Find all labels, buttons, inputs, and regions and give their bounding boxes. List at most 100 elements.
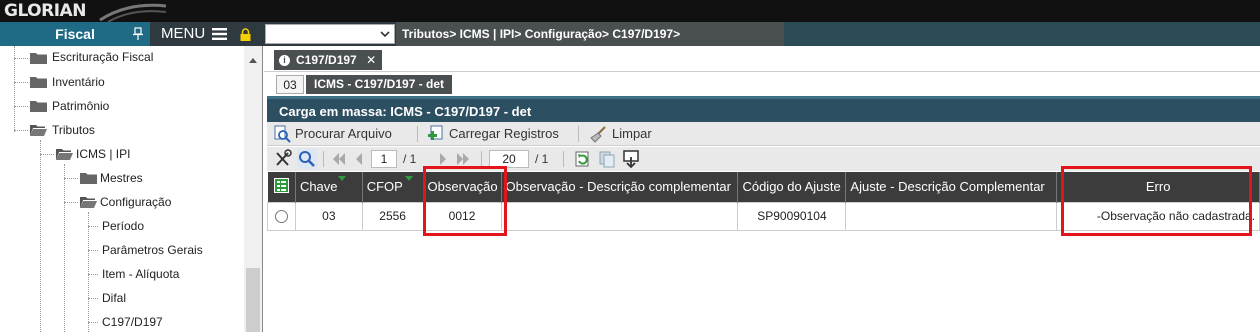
folder-open-icon xyxy=(80,197,97,208)
row-radio[interactable] xyxy=(274,210,288,224)
tree-scrollbar[interactable] xyxy=(244,46,262,332)
breadcrumb[interactable]: Tributos> ICMS | IPI> Configuração> C197… xyxy=(396,22,784,46)
tree-item-configuracao[interactable]: Configuração xyxy=(80,192,171,212)
tree-connector xyxy=(88,274,98,275)
cell-observacao-descricao xyxy=(500,201,739,231)
navigation-select[interactable] xyxy=(265,24,395,44)
key-marker-icon xyxy=(404,176,413,181)
search-file-icon xyxy=(274,125,291,143)
pin-icon[interactable] xyxy=(132,27,144,41)
column-header-observacao-descricao[interactable]: Observação - Descrição complementar xyxy=(501,172,739,202)
tree-connector xyxy=(14,58,28,59)
page-input[interactable]: 1 xyxy=(371,150,397,168)
tree-item-escrituracao-fiscal[interactable]: Escrituração Fiscal xyxy=(30,47,153,67)
scroll-up-arrow-icon[interactable] xyxy=(249,58,257,63)
tree-connector xyxy=(64,164,65,332)
tree-item-periodo[interactable]: Período xyxy=(102,216,144,236)
breadcrumb-bar: Tributos> ICMS | IPI> Configuração> C197… xyxy=(263,22,1260,46)
tree-connector xyxy=(88,322,98,323)
tree-connector xyxy=(40,154,54,155)
module-title[interactable]: Fiscal xyxy=(0,22,150,46)
select-all-icon xyxy=(273,177,289,193)
navigation-tree: Escrituração Fiscal Inventário Patrimôni… xyxy=(0,46,263,332)
column-header-chave[interactable]: Chave xyxy=(295,172,363,202)
tree-connector xyxy=(14,106,28,107)
tree-connector xyxy=(14,130,28,131)
refresh-icon[interactable] xyxy=(573,149,593,169)
tab-label: C197/D197 xyxy=(296,53,357,67)
chevron-down-icon xyxy=(380,31,390,38)
clear-button[interactable]: Limpar xyxy=(588,122,652,146)
tree-connector xyxy=(88,250,98,251)
tree-item-patrimonio[interactable]: Patrimônio xyxy=(30,96,109,116)
browse-file-button[interactable]: Procurar Arquivo xyxy=(271,122,392,146)
tree-item-mestres[interactable]: Mestres xyxy=(80,168,143,188)
tree-item-parametros-gerais[interactable]: Parâmetros Gerais xyxy=(102,240,203,260)
copy-icon[interactable] xyxy=(597,149,617,169)
folder-icon xyxy=(30,101,47,112)
page-total: / 1 xyxy=(403,152,417,166)
column-header-label: Código do Ajuste xyxy=(742,179,841,195)
lock-icon[interactable] xyxy=(240,28,251,41)
tree-item-label: Mestres xyxy=(100,171,143,185)
left-header: Fiscal MENU xyxy=(0,22,263,46)
browse-file-label: Procurar Arquivo xyxy=(295,126,392,141)
key-marker-icon xyxy=(337,176,346,181)
tree-item-difal[interactable]: Difal xyxy=(102,288,126,308)
top-bar: GLORIAN xyxy=(0,0,1260,22)
tree-connector xyxy=(64,202,78,203)
tree-item-inventario[interactable]: Inventário xyxy=(30,72,105,92)
cell-ajuste-descricao xyxy=(845,201,1058,231)
clear-label: Limpar xyxy=(612,126,652,141)
tree-connector xyxy=(88,212,89,332)
tools-icon[interactable] xyxy=(273,149,293,169)
row-select-cell[interactable] xyxy=(267,201,296,231)
highlight-observacao xyxy=(423,166,507,236)
toolbar-separator xyxy=(563,151,564,167)
rows-total: / 1 xyxy=(535,152,549,166)
tree-item-item-aliquota[interactable]: Item - Alíquota xyxy=(102,264,179,284)
column-header-codigo-ajuste[interactable]: Código do Ajuste xyxy=(737,172,847,202)
first-page-icon[interactable] xyxy=(329,149,349,169)
tree-item-tributos[interactable]: Tributos xyxy=(30,120,95,140)
select-all-column[interactable] xyxy=(267,172,296,202)
column-header-cfop[interactable]: CFOP xyxy=(362,172,424,202)
tree-connector xyxy=(88,298,98,299)
column-header-label: Chave xyxy=(299,179,338,195)
panel-title: Carga em massa: ICMS - C197/D197 - det xyxy=(267,96,1260,122)
folder-icon xyxy=(30,53,47,64)
tree-item-label: Inventário xyxy=(52,75,105,89)
menu-button[interactable]: MENU xyxy=(161,22,205,46)
load-records-button[interactable]: Carregar Registros xyxy=(425,122,559,146)
tree-connector xyxy=(14,82,28,83)
tree-connector xyxy=(40,140,41,332)
column-header-ajuste-descricao[interactable]: Ajuste - Descrição Complementar xyxy=(845,172,1058,202)
action-toolbar: Procurar Arquivo Carregar Registros Limp… xyxy=(267,122,1260,146)
tree-item-label: Escrituração Fiscal xyxy=(52,50,154,64)
tree-item-label: Tributos xyxy=(52,123,95,137)
tree-connector xyxy=(88,226,98,227)
load-records-label: Carregar Registros xyxy=(449,126,559,141)
subtab-number[interactable]: 03 xyxy=(276,75,304,94)
tree-item-icms-ipi[interactable]: ICMS | IPI xyxy=(56,144,130,164)
subtab-icms-c197-d197-det[interactable]: ICMS - C197/D197 - det xyxy=(306,75,453,94)
tree-item-c197-d197[interactable]: C197/D197 xyxy=(102,312,163,332)
main-area: i C197/D197 ✕ 03 ICMS - C197/D197 - det … xyxy=(264,46,1260,332)
add-document-icon xyxy=(428,125,443,140)
close-icon[interactable]: ✕ xyxy=(366,53,376,67)
scroll-thumb[interactable] xyxy=(246,268,260,332)
folder-icon xyxy=(30,77,47,88)
broom-icon xyxy=(590,126,606,143)
search-icon[interactable] xyxy=(297,149,317,169)
column-header-label: Observação - Descrição complementar xyxy=(505,179,731,195)
hamburger-icon[interactable] xyxy=(212,28,227,40)
folder-icon xyxy=(80,173,97,184)
subtab-strip: 03 ICMS - C197/D197 - det xyxy=(264,74,1260,94)
column-header-label: CFOP xyxy=(366,179,403,195)
breadcrumb-filler xyxy=(784,22,1260,46)
toolbar-separator xyxy=(578,126,579,142)
previous-page-icon[interactable] xyxy=(349,149,369,169)
tab-c197-d197[interactable]: i C197/D197 ✕ xyxy=(274,50,383,70)
export-icon[interactable] xyxy=(621,149,641,169)
tree-item-label: Patrimônio xyxy=(52,99,110,113)
